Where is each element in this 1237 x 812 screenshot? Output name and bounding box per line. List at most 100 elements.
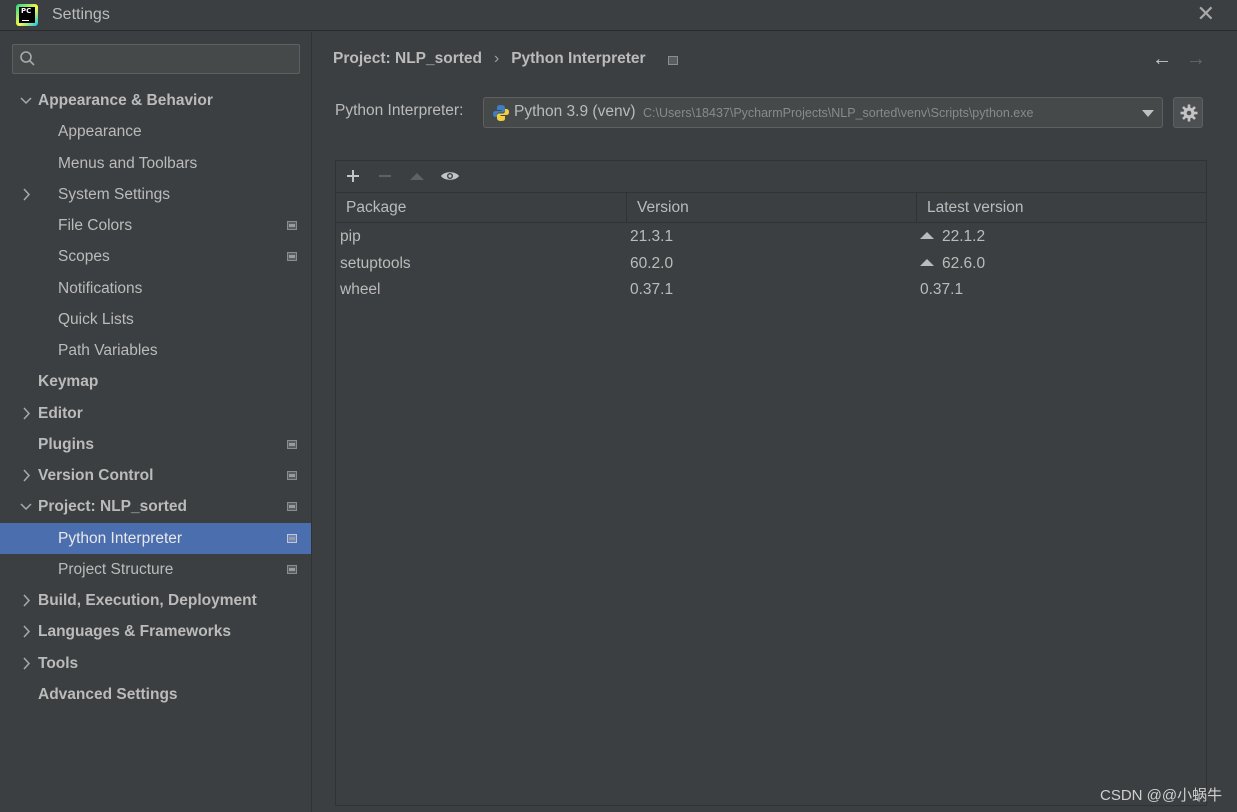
sidebar-item-project-structure[interactable]: Project Structure bbox=[0, 554, 311, 585]
sidebar-item-project-nlp-sorted[interactable]: Project: NLP_sorted bbox=[0, 491, 311, 522]
package-version-cell-text: 60.2.0 bbox=[630, 254, 674, 272]
sidebar-item-scopes[interactable]: Scopes bbox=[0, 241, 311, 272]
package-name-cell-text: setuptools bbox=[340, 254, 411, 272]
chevron-down-icon[interactable] bbox=[20, 85, 32, 116]
package-latest-cell: 0.37.1 bbox=[920, 277, 963, 303]
sidebar-item-appearance[interactable]: Appearance bbox=[0, 116, 311, 147]
sidebar-item-keymap[interactable]: Keymap bbox=[0, 366, 311, 397]
sidebar-item-notifications[interactable]: Notifications bbox=[0, 273, 311, 304]
sidebar-item-label: Build, Execution, Deployment bbox=[38, 592, 257, 609]
package-latest-cell: 22.1.2 bbox=[920, 224, 985, 250]
package-latest-cell-text: 0.37.1 bbox=[920, 281, 964, 298]
title-bar: PC Settings ✕ bbox=[0, 0, 1237, 31]
sidebar-item-label: File Colors bbox=[58, 217, 133, 234]
interpreter-path: C:\Users\18437\PycharmProjects\NLP_sorte… bbox=[643, 106, 1034, 120]
project-scope-icon bbox=[287, 502, 297, 511]
search-icon bbox=[20, 51, 35, 66]
sidebar-item-label: Menus and Toolbars bbox=[58, 155, 198, 172]
interpreter-settings-button[interactable] bbox=[1173, 97, 1203, 128]
chevron-right-icon[interactable] bbox=[20, 616, 32, 647]
package-version-cell-text: 21.3.1 bbox=[630, 228, 674, 245]
remove-package-icon[interactable] bbox=[374, 165, 396, 187]
column-header-package[interactable]: Package bbox=[336, 193, 627, 223]
breadcrumb-separator-icon: › bbox=[494, 50, 500, 67]
chevron-right-icon[interactable] bbox=[20, 179, 32, 210]
window-title: Settings bbox=[52, 6, 110, 23]
sidebar-item-plugins[interactable]: Plugins bbox=[0, 429, 311, 460]
breadcrumb-current: Python Interpreter bbox=[511, 50, 646, 67]
back-arrow-icon[interactable]: ← bbox=[1152, 48, 1172, 71]
project-scope-icon bbox=[287, 565, 297, 574]
breadcrumb: Project: NLP_sorted › Python Interpreter bbox=[333, 50, 646, 68]
chevron-down-icon[interactable] bbox=[20, 491, 32, 522]
project-scope-icon bbox=[668, 56, 678, 65]
close-icon[interactable]: ✕ bbox=[1197, 3, 1215, 25]
chevron-right-icon[interactable] bbox=[20, 398, 32, 429]
column-header-latest-version[interactable]: Latest version bbox=[917, 193, 1206, 223]
sidebar-item-build-execution-deployment[interactable]: Build, Execution, Deployment bbox=[0, 585, 311, 616]
breadcrumb-parent[interactable]: Project: NLP_sorted bbox=[333, 50, 482, 67]
package-name-cell-text: pip bbox=[340, 228, 361, 245]
project-scope-icon bbox=[287, 471, 297, 480]
sidebar-item-label: Path Variables bbox=[58, 342, 158, 359]
sidebar-item-tools[interactable]: Tools bbox=[0, 648, 311, 679]
package-latest-cell-text: 62.6.0 bbox=[942, 254, 986, 272]
sidebar-item-editor[interactable]: Editor bbox=[0, 398, 311, 429]
package-version-cell: 21.3.1 bbox=[630, 224, 673, 250]
table-row[interactable]: pip 21.3.1 22.1.2 bbox=[336, 224, 1206, 250]
add-package-icon[interactable] bbox=[342, 165, 364, 187]
sidebar-item-path-variables[interactable]: Path Variables bbox=[0, 335, 311, 366]
python-logo-icon bbox=[493, 105, 509, 121]
upgrade-available-icon bbox=[920, 232, 934, 239]
package-latest-cell: 62.6.0 bbox=[920, 251, 985, 277]
sidebar-item-label: Python Interpreter bbox=[58, 530, 183, 547]
splitter[interactable] bbox=[311, 32, 312, 812]
upgrade-available-icon bbox=[920, 258, 934, 266]
sidebar-item-menus-and-toolbars[interactable]: Menus and Toolbars bbox=[0, 148, 311, 179]
project-scope-icon bbox=[287, 221, 297, 230]
package-version-cell: 0.37.1 bbox=[630, 277, 673, 303]
interpreter-name: Python 3.9 (venv) bbox=[514, 103, 636, 120]
sidebar-item-quick-lists[interactable]: Quick Lists bbox=[0, 304, 311, 335]
sidebar-item-label: Keymap bbox=[38, 373, 99, 390]
project-scope-icon bbox=[287, 534, 297, 543]
table-row[interactable]: setuptools 60.2.0 62.6.0 bbox=[336, 251, 1206, 277]
interpreter-dropdown[interactable]: Python 3.9 (venv) C:\Users\18437\Pycharm… bbox=[483, 97, 1163, 128]
packages-table-header: Package Version Latest version bbox=[336, 192, 1206, 223]
gear-icon bbox=[1180, 104, 1198, 122]
sidebar-item-label: Tools bbox=[38, 655, 79, 672]
chevron-right-icon[interactable] bbox=[20, 585, 32, 616]
forward-arrow-icon[interactable]: → bbox=[1186, 48, 1206, 71]
chevron-right-icon[interactable] bbox=[20, 648, 32, 679]
sidebar-item-system-settings[interactable]: System Settings bbox=[0, 179, 311, 210]
sidebar-item-python-interpreter[interactable]: Python Interpreter bbox=[0, 523, 311, 554]
sidebar-item-label: Project: NLP_sorted bbox=[38, 498, 188, 515]
package-name-cell-text: wheel bbox=[340, 281, 381, 298]
sidebar-item-label: Appearance & Behavior bbox=[38, 92, 213, 109]
sidebar-item-label: Project Structure bbox=[58, 561, 174, 578]
sidebar-item-label: Scopes bbox=[58, 248, 110, 265]
sidebar-item-appearance-behavior[interactable]: Appearance & Behavior bbox=[0, 85, 311, 116]
packages-toolbar bbox=[336, 161, 1206, 192]
table-row[interactable]: wheel 0.37.1 0.37.1 bbox=[336, 277, 1206, 303]
sidebar-item-label: Plugins bbox=[38, 436, 94, 453]
chevron-down-icon bbox=[1142, 110, 1154, 117]
chevron-right-icon[interactable] bbox=[20, 460, 32, 491]
sidebar-item-label: Quick Lists bbox=[58, 311, 134, 328]
watermark: CSDN @@小蜗牛 bbox=[1100, 787, 1223, 804]
packages-table: Package Version Latest version pip 21.3.1… bbox=[336, 192, 1206, 805]
show-early-releases-eye-icon[interactable] bbox=[439, 165, 461, 187]
sidebar-item-languages-frameworks[interactable]: Languages & Frameworks bbox=[0, 616, 311, 647]
packages-panel: Package Version Latest version pip 21.3.1… bbox=[335, 160, 1207, 806]
package-name-cell: setuptools bbox=[340, 251, 411, 277]
pycharm-logo-icon: PC bbox=[16, 4, 38, 26]
settings-sidebar: Appearance & Behavior Appearance Menus and… bbox=[0, 32, 311, 812]
sidebar-item-version-control[interactable]: Version Control bbox=[0, 460, 311, 491]
search-input[interactable] bbox=[12, 44, 300, 74]
project-scope-icon bbox=[287, 440, 297, 449]
sidebar-item-advanced-settings[interactable]: Advanced Settings bbox=[0, 679, 311, 710]
project-scope-icon bbox=[287, 252, 297, 261]
sidebar-item-file-colors[interactable]: File Colors bbox=[0, 210, 311, 241]
column-header-version[interactable]: Version bbox=[627, 193, 917, 223]
upgrade-package-icon[interactable] bbox=[406, 165, 428, 187]
